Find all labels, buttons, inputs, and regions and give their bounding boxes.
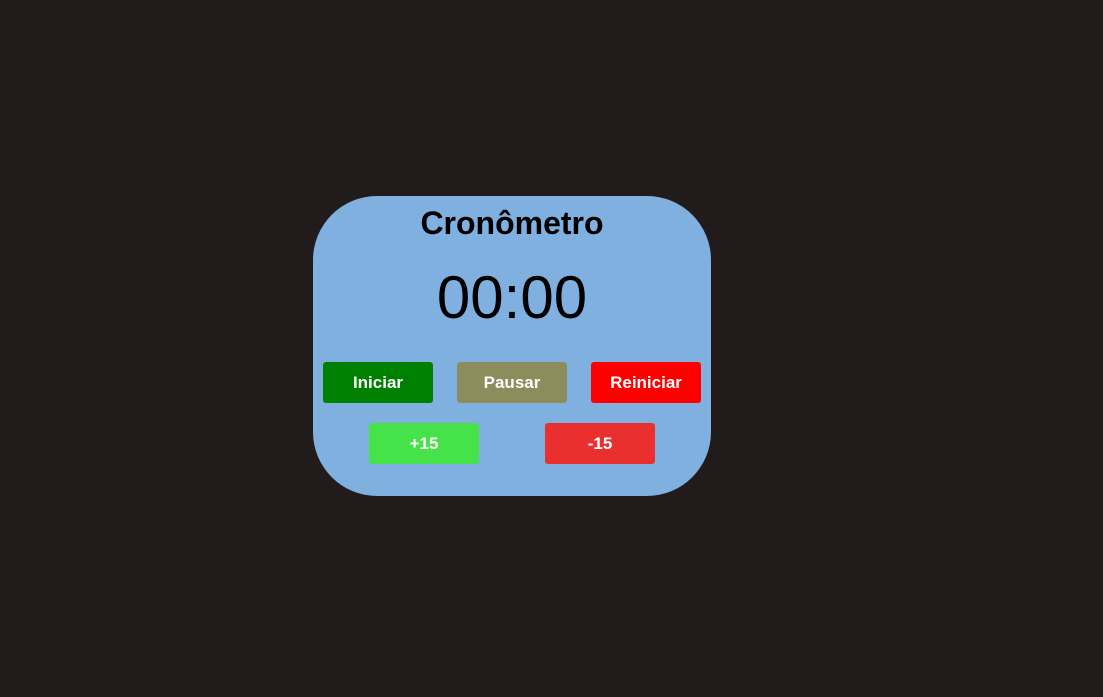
reset-button[interactable]: Reiniciar bbox=[591, 362, 701, 403]
stopwatch-card: Cronômetro 00:00 Iniciar Pausar Reinicia… bbox=[313, 196, 711, 496]
subtract-15-button[interactable]: -15 bbox=[545, 423, 655, 464]
add-15-button[interactable]: +15 bbox=[369, 423, 479, 464]
stopwatch-title: Cronômetro bbox=[420, 205, 604, 241]
pause-button[interactable]: Pausar bbox=[457, 362, 567, 403]
time-display: 00:00 bbox=[436, 264, 588, 331]
start-button[interactable]: Iniciar bbox=[323, 362, 433, 403]
